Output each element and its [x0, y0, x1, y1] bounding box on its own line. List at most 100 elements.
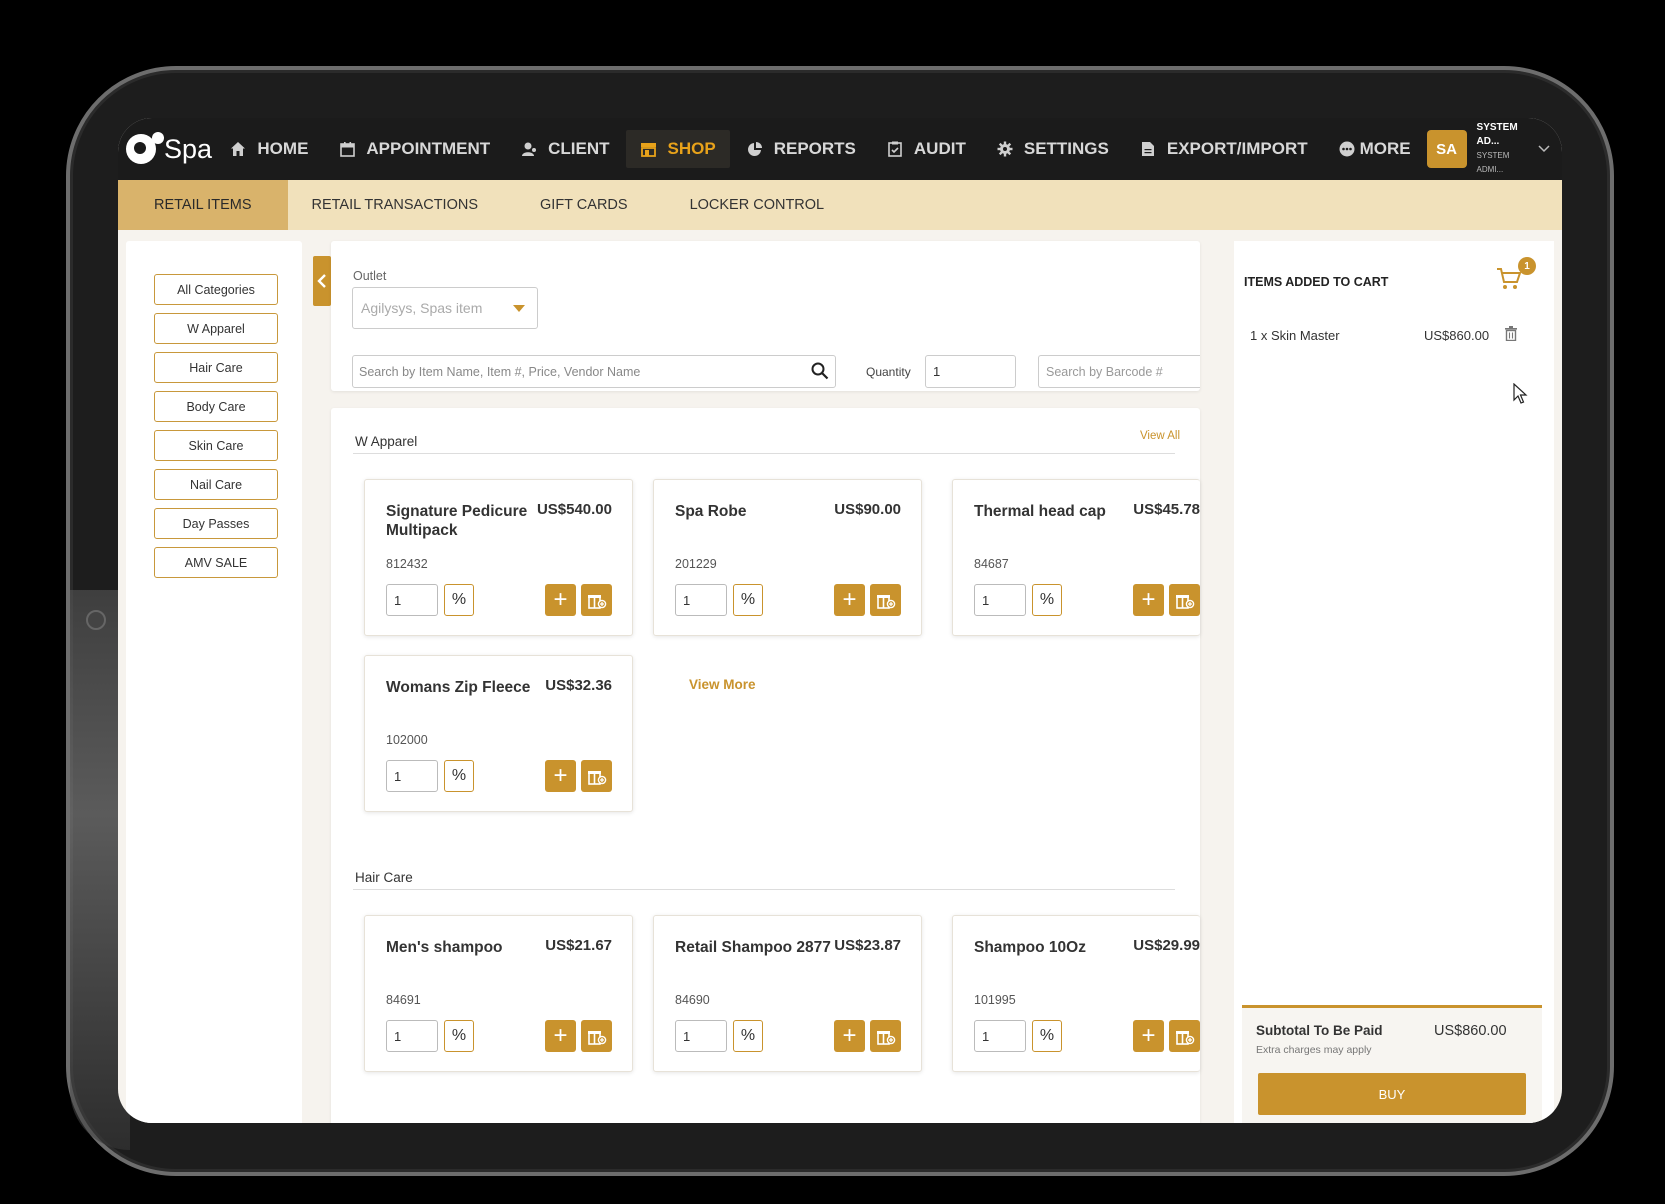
nav-export-import[interactable]: EXPORT/IMPORT [1125, 130, 1322, 168]
item-search-placeholder: Search by Item Name, Item #, Price, Vend… [359, 364, 641, 379]
add-to-cart-button[interactable]: + [545, 1020, 576, 1052]
product-name: Thermal head cap [974, 503, 1106, 520]
gift-icon[interactable] [870, 1020, 901, 1052]
nav-more[interactable]: MORE [1324, 130, 1425, 168]
product-sku: 101995 [974, 993, 1016, 1007]
discount-button[interactable]: % [1032, 1020, 1062, 1052]
logo-dot [152, 132, 164, 144]
more-icon [1338, 140, 1356, 158]
nav-settings[interactable]: SETTINGS [982, 130, 1123, 168]
nav-export-import-label: EXPORT/IMPORT [1166, 139, 1308, 158]
subtotal-value: US$860.00 [1434, 1023, 1507, 1039]
chevron-down-icon[interactable] [1538, 142, 1550, 156]
product-card: Thermal head cap US$45.78 84687 1 % + [952, 479, 1200, 636]
product-sku: 84687 [974, 557, 1009, 571]
category-nail-care[interactable]: Nail Care [154, 469, 278, 500]
file-icon [1139, 140, 1157, 158]
cart-icon[interactable] [1496, 267, 1522, 296]
add-to-cart-button[interactable]: + [834, 584, 865, 616]
trash-icon[interactable] [1505, 326, 1517, 346]
clipboard-icon [886, 140, 904, 158]
product-qty-input[interactable]: 1 [386, 584, 438, 616]
discount-button[interactable]: % [444, 760, 474, 792]
add-to-cart-button[interactable]: + [1133, 1020, 1164, 1052]
add-to-cart-button[interactable]: + [545, 760, 576, 792]
discount-button[interactable]: % [1032, 584, 1062, 616]
nav-more-label: MORE [1359, 139, 1411, 158]
product-qty-input[interactable]: 1 [386, 1020, 438, 1052]
view-all-link[interactable]: View All [1140, 430, 1180, 442]
mouse-cursor-icon [1513, 382, 1529, 410]
gift-icon[interactable] [1169, 584, 1200, 616]
barcode-search-input[interactable]: Search by Barcode # [1038, 355, 1200, 388]
category-amv-sale[interactable]: AMV SALE [154, 547, 278, 578]
nav-home[interactable]: HOME [215, 130, 322, 168]
quantity-input[interactable]: 1 [925, 355, 1016, 388]
nav-shop[interactable]: SHOP [625, 130, 730, 168]
add-to-cart-button[interactable]: + [834, 1020, 865, 1052]
add-to-cart-button[interactable]: + [545, 584, 576, 616]
outlet-select[interactable]: Agilysys, Spas item [352, 287, 538, 329]
product-card: Spa Robe US$90.00 201229 1 % + [653, 479, 922, 636]
product-name: Men's shampoo [386, 939, 503, 956]
product-qty-input[interactable]: 1 [675, 1020, 727, 1052]
app-logo[interactable]: Spa [126, 132, 215, 165]
avatar[interactable]: SA [1426, 130, 1467, 168]
product-qty-input[interactable]: 1 [675, 584, 727, 616]
view-more-link[interactable]: View More [689, 677, 756, 692]
products-panel: W Apparel View All Signature Pedicure Mu… [331, 408, 1200, 1123]
cart-title: ITEMS ADDED TO CART [1244, 275, 1389, 289]
tab-gift-cards[interactable]: GIFT CARDS [508, 180, 660, 230]
product-price: US$45.78 [1133, 501, 1200, 518]
nav-audit[interactable]: AUDIT [872, 130, 980, 168]
extra-charges-note: Extra charges may apply [1256, 1044, 1372, 1056]
discount-button[interactable]: % [733, 1020, 763, 1052]
cart-line-label: 1 x Skin Master [1250, 328, 1340, 343]
product-qty-input[interactable]: 1 [386, 760, 438, 792]
discount-button[interactable]: % [444, 584, 474, 616]
category-all[interactable]: All Categories [154, 274, 278, 305]
gift-icon[interactable] [581, 584, 612, 616]
app-screen: Spa HOME APPOINTMENT CLIENT SHOP REPORTS… [118, 118, 1562, 1123]
tab-retail-transactions[interactable]: RETAIL TRANSACTIONS [288, 180, 509, 230]
outlet-label: Outlet [353, 269, 387, 283]
gift-icon[interactable] [581, 760, 612, 792]
collapse-left-button[interactable] [313, 256, 331, 306]
search-panel: Outlet Agilysys, Spas item Search by Ite… [331, 241, 1200, 391]
category-w-apparel[interactable]: W Apparel [154, 313, 278, 344]
buy-button[interactable]: BUY [1258, 1073, 1526, 1115]
product-name: Womans Zip Fleece [386, 679, 531, 696]
nav-client[interactable]: CLIENT [506, 130, 623, 168]
add-to-cart-button[interactable]: + [1133, 584, 1164, 616]
outlet-value: Agilysys, Spas item [361, 300, 483, 316]
product-card: Retail Shampoo 2877 US$23.87 84690 1 % + [653, 915, 922, 1072]
product-card: Shampoo 10Oz US$29.99 101995 1 % + [952, 915, 1200, 1072]
user-menu[interactable]: SYSTEM AD... SYSTEM ADMI... [1477, 121, 1534, 177]
discount-button[interactable]: % [444, 1020, 474, 1052]
product-qty-input[interactable]: 1 [974, 1020, 1026, 1052]
store-icon [640, 140, 658, 158]
gift-icon[interactable] [870, 584, 901, 616]
gear-icon [996, 140, 1014, 158]
product-card: Womans Zip Fleece US$32.36 102000 1 % + [364, 655, 633, 812]
nav-appointment-label: APPOINTMENT [366, 139, 491, 158]
product-qty-input[interactable]: 1 [974, 584, 1026, 616]
category-body-care[interactable]: Body Care [154, 391, 278, 422]
app-name: Spa [164, 133, 213, 164]
category-skin-care[interactable]: Skin Care [154, 430, 278, 461]
tab-locker-control[interactable]: LOCKER CONTROL [660, 180, 855, 230]
nav-appointment[interactable]: APPOINTMENT [324, 130, 504, 168]
discount-button[interactable]: % [733, 584, 763, 616]
item-search-input[interactable]: Search by Item Name, Item #, Price, Vend… [352, 355, 836, 388]
category-hair-care[interactable]: Hair Care [154, 352, 278, 383]
search-icon[interactable] [811, 362, 829, 383]
product-card: Men's shampoo US$21.67 84691 1 % + [364, 915, 633, 1072]
gift-icon[interactable] [1169, 1020, 1200, 1052]
tab-retail-items[interactable]: RETAIL ITEMS [118, 180, 288, 230]
category-day-passes[interactable]: Day Passes [154, 508, 278, 539]
gift-icon[interactable] [581, 1020, 612, 1052]
nav-reports[interactable]: REPORTS [732, 130, 870, 168]
product-card: Signature Pedicure Multipack US$540.00 8… [364, 479, 633, 636]
nav-shop-label: SHOP [667, 139, 716, 158]
product-sku: 812432 [386, 557, 428, 571]
